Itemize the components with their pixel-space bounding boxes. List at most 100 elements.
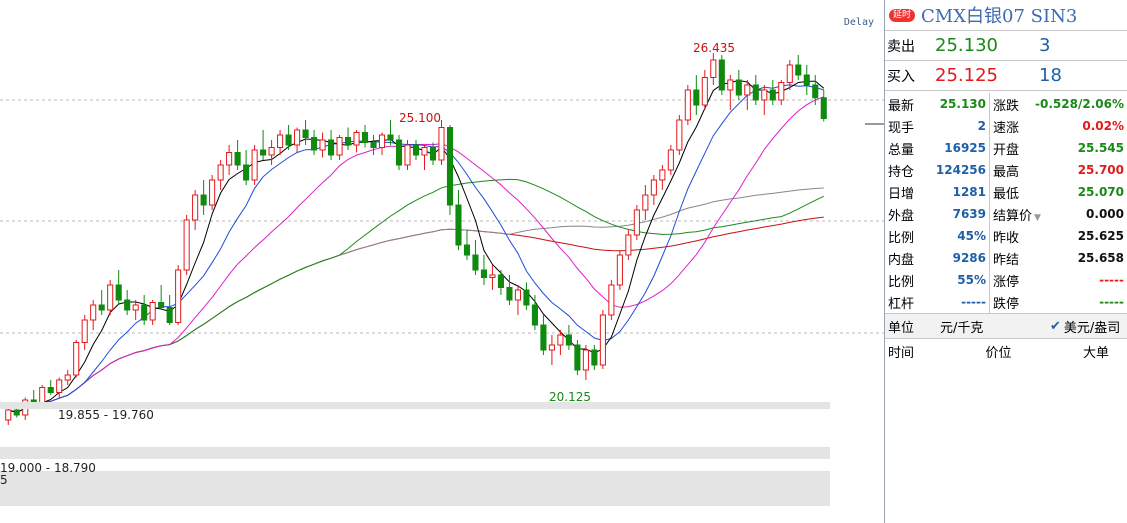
stat-value: 124256 [935, 163, 986, 177]
candle [667, 145, 674, 175]
stat-label: 总量 [888, 142, 915, 158]
stat-left-7: 内盘 9286 [885, 247, 989, 269]
candle-body [183, 219, 190, 271]
candle [472, 240, 479, 275]
candle-body [251, 149, 258, 181]
candle [183, 215, 190, 275]
quote-title-row: 延时 CMX白银07 SIN3 [885, 0, 1127, 31]
candle-body [599, 314, 606, 366]
candle [676, 115, 683, 155]
stat-left-6: 比例 45% [885, 225, 989, 247]
stat-right-3: 最高 25.700 [989, 159, 1127, 181]
candle [149, 300, 156, 325]
candle-body [294, 129, 301, 146]
candle-body [625, 234, 632, 256]
candle [285, 125, 292, 150]
candle-body [591, 349, 598, 366]
candle-body [769, 89, 776, 101]
stat-label: 比例 [888, 274, 915, 290]
stat-value: 0.02% [1082, 119, 1124, 133]
stat-left-3: 持仓 124256 [885, 159, 989, 181]
candle-body [429, 147, 437, 161]
candle-body [81, 319, 88, 343]
kline-chart[interactable]: Delay 19.855 - 19.760 19.000 - 18.790 5 … [0, 0, 884, 523]
candle-body [107, 284, 114, 311]
instrument-title: CMX白银07 SIN3 [921, 6, 1078, 27]
ma10-line [8, 84, 824, 414]
candle [778, 80, 785, 105]
candle-body [47, 387, 54, 393]
stat-value: 25.545 [1077, 141, 1124, 155]
candle [752, 75, 759, 105]
candle-body [5, 409, 12, 421]
stat-value: 25.700 [1077, 163, 1124, 177]
unit-option-rmb[interactable]: 元/千克 [940, 317, 1050, 336]
candle-body [463, 244, 471, 256]
candle-body [446, 127, 454, 206]
candle-body [395, 139, 403, 166]
candle-body [489, 274, 496, 278]
tick-header: 时间 价位 大单 [885, 339, 1127, 363]
candle-body [608, 284, 615, 316]
candle [548, 335, 555, 365]
stat-value: ----- [1099, 273, 1124, 287]
candle [158, 285, 165, 310]
candle [735, 70, 742, 100]
stat-left-4: 日增 1281 [885, 181, 989, 203]
candle-body [744, 84, 751, 96]
bid-volume: 18 [1039, 65, 1062, 86]
low-price-label: 20.125 [549, 390, 591, 404]
unit-option-usd[interactable]: ✔ 美元/盎司 [1050, 317, 1120, 336]
candle-body [166, 307, 173, 323]
stat-left-5: 外盘 7639 [885, 203, 989, 225]
candle [378, 132, 386, 155]
candle-body [523, 289, 530, 306]
candle-body [472, 254, 479, 271]
candle [141, 295, 148, 325]
stat-value: 7639 [952, 207, 986, 221]
stat-label: 内盘 [888, 252, 915, 268]
candle [175, 265, 182, 325]
candle [47, 380, 54, 395]
candle-body [217, 164, 224, 181]
candle [294, 127, 301, 153]
candle [429, 142, 437, 165]
candle [761, 85, 768, 115]
candle-body [98, 304, 105, 311]
candle-body [803, 74, 810, 86]
stat-value: 45% [957, 229, 986, 243]
stat-label: 跌停 [993, 296, 1020, 312]
candle-body [412, 144, 420, 156]
candle-body [421, 147, 428, 156]
candle-body [404, 144, 411, 166]
candle-body [786, 64, 793, 83]
dropdown-caret-icon[interactable]: ▼ [1034, 213, 1041, 223]
candle [90, 300, 97, 330]
candle-body [370, 142, 377, 148]
candle [81, 315, 88, 350]
candle [361, 125, 369, 148]
volume-band-b [0, 447, 830, 459]
candle-body [158, 302, 165, 308]
candle [73, 340, 80, 378]
stat-value: ----- [961, 295, 986, 309]
candle [217, 160, 224, 190]
candle [455, 190, 462, 250]
stat-right-9: 跌停 ----- [989, 291, 1127, 313]
candle [582, 345, 589, 380]
candle-body [277, 134, 284, 148]
candle-body [667, 149, 674, 171]
bid-row: 买入 25.125 18 [885, 61, 1127, 91]
check-icon: ✔ [1050, 318, 1061, 334]
candle-body [752, 84, 759, 101]
mid-high-price-label: 25.100 [399, 111, 441, 125]
candle-body [192, 194, 199, 221]
stat-label: 昨结 [993, 252, 1020, 268]
candle [412, 140, 420, 160]
candle [480, 255, 488, 285]
candle [344, 127, 352, 150]
stat-right-4: 最低 25.070 [989, 181, 1127, 203]
candle [64, 370, 71, 385]
stat-value: 25.658 [1077, 251, 1124, 265]
stat-label: 最高 [993, 164, 1020, 180]
